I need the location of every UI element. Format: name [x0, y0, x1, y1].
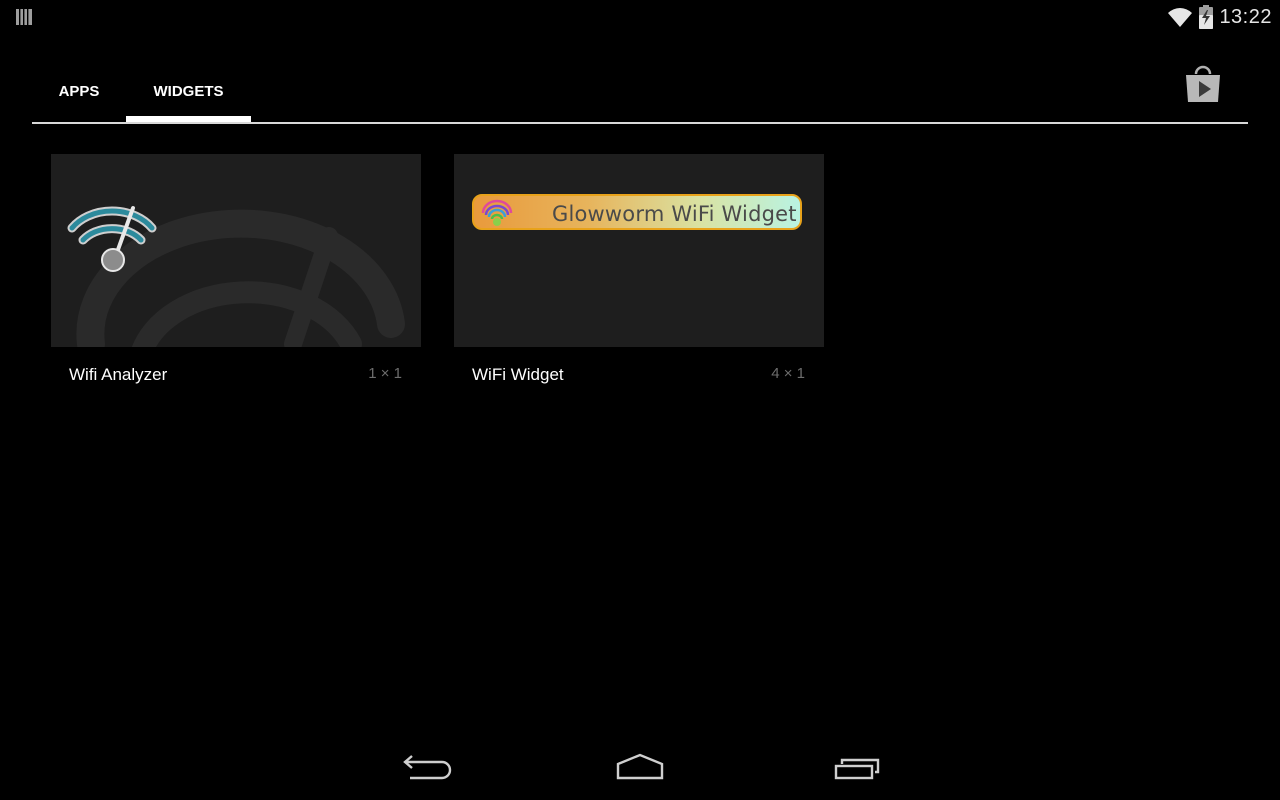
- home-icon[interactable]: [612, 750, 668, 790]
- tab-apps[interactable]: APPS: [32, 60, 126, 122]
- widget-card-wifi-analyzer[interactable]: Wifi Analyzer 1 × 1: [51, 154, 421, 394]
- glowworm-wifi-icon: [481, 199, 513, 226]
- back-icon[interactable]: [396, 750, 452, 790]
- widget-picker-screen: 13:22 APPS WIDGETS Wifi Analyzer 1 × 1 G…: [0, 0, 1280, 800]
- widget-preview: Glowworm WiFi Widget: [454, 154, 824, 347]
- widget-name: Wifi Analyzer: [69, 365, 168, 384]
- widget-size: 1 × 1: [368, 365, 402, 382]
- tab-widgets[interactable]: WIDGETS: [126, 60, 251, 122]
- battery-charging-icon: [1199, 5, 1214, 29]
- wifi-icon: [1168, 8, 1193, 27]
- glowworm-widget-label: Glowworm WiFi Widget: [552, 202, 797, 226]
- status-indicators: 13:22: [1167, 4, 1272, 30]
- clock: 13:22: [1219, 5, 1272, 28]
- widget-preview: [51, 154, 421, 347]
- status-bar: 13:22: [0, 0, 1280, 34]
- glowworm-widget-preview: Glowworm WiFi Widget: [472, 194, 802, 230]
- widget-card-wifi-widget[interactable]: Glowworm WiFi Widget WiFi Widget 4 × 1: [454, 154, 824, 394]
- notification-icon[interactable]: [14, 7, 34, 27]
- widget-size: 4 × 1: [771, 365, 805, 382]
- recents-icon[interactable]: [830, 750, 886, 790]
- play-store-icon[interactable]: [1180, 62, 1226, 108]
- tab-divider: [32, 122, 1248, 124]
- wifi-analyzer-icon: [67, 206, 157, 272]
- widget-name: WiFi Widget: [472, 365, 564, 384]
